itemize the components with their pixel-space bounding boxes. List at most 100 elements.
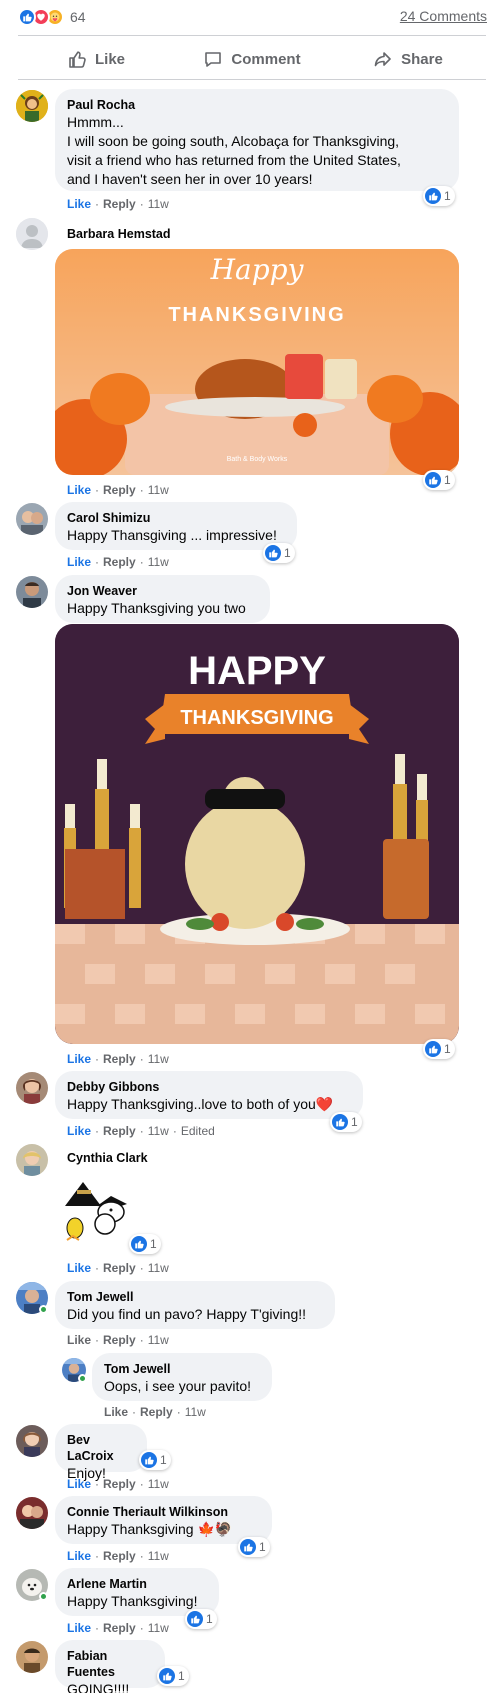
comment-timestamp[interactable]: 11w (148, 1549, 169, 1563)
like-button[interactable]: Like (18, 40, 174, 78)
comment-timestamp[interactable]: 11w (148, 1477, 169, 1491)
like-reaction-icon (265, 545, 281, 561)
comment-reaction-badge[interactable]: 1 (423, 470, 455, 490)
comment-like-link[interactable]: Like (67, 1261, 91, 1275)
comment-bubble: Debby Gibbons Happy Thanksgiving..love t… (55, 1071, 363, 1119)
comment-author[interactable]: Fabian Fuentes (67, 1648, 153, 1680)
comment-reply-link[interactable]: Reply (103, 1052, 136, 1066)
comment-text: Happy Thanksgiving..love to both of you❤… (67, 1096, 334, 1112)
comment-author[interactable]: Bev LaCroix (67, 1432, 135, 1464)
comment-reaction-badge[interactable]: 1 (423, 186, 455, 206)
avatar[interactable] (16, 576, 48, 608)
comment-author[interactable]: Cynthia Clark (67, 1150, 148, 1166)
comment-bubble: Paul Rocha Hmmm... I will soon be going … (55, 89, 459, 191)
comment-timestamp[interactable]: 11w (148, 197, 169, 211)
comment-reaction-badge[interactable]: 1 (139, 1450, 171, 1470)
avatar[interactable] (16, 90, 48, 122)
reaction-summary[interactable]: 64 (18, 6, 86, 28)
comment-reply-link[interactable]: Reply (103, 197, 136, 211)
reaction-count: 64 (70, 9, 86, 25)
comment-reply-link[interactable]: Reply (103, 483, 136, 497)
comment-reaction-badge[interactable]: 1 (157, 1666, 189, 1686)
comment-reply-link[interactable]: Reply (103, 1333, 136, 1347)
avatar[interactable] (16, 1072, 48, 1104)
comment-author[interactable]: Connie Theriault Wilkinson (67, 1504, 260, 1520)
comment-reply-link[interactable]: Reply (103, 1477, 136, 1491)
comment-bubble: Carol Shimizu Happy Thansgiving ... impr… (55, 502, 297, 550)
comment-button-label: Comment (231, 50, 301, 68)
comment-reaction-badge[interactable]: 1 (423, 1039, 455, 1059)
comment-reaction-badge[interactable]: 1 (263, 543, 295, 563)
comment-meta: Like · Reply · 11w (67, 555, 169, 569)
comment-reply-link[interactable]: Reply (103, 1549, 136, 1563)
comment-author[interactable]: Paul Rocha (67, 97, 447, 113)
comment-gif[interactable]: HAPPY THANKSGIVING (55, 624, 459, 1044)
comment-timestamp[interactable]: 11w (148, 1261, 169, 1275)
comment-button[interactable]: Comment (174, 40, 330, 78)
avatar[interactable] (16, 1144, 48, 1176)
comment-author[interactable]: Jon Weaver (67, 583, 258, 599)
comment-like-link[interactable]: Like (67, 197, 91, 211)
comment-timestamp[interactable]: 11w (185, 1405, 206, 1419)
share-button[interactable]: Share (330, 40, 486, 78)
comment-timestamp[interactable]: 11w (148, 1052, 169, 1066)
comment-like-link[interactable]: Like (67, 555, 91, 569)
sticker-image[interactable] (57, 1176, 133, 1248)
comment-timestamp[interactable]: 11w (148, 555, 169, 569)
comment-reply-link[interactable]: Reply (103, 1621, 136, 1635)
separator: · (95, 1621, 100, 1635)
avatar[interactable] (16, 218, 48, 250)
comment-like-link[interactable]: Like (67, 1124, 91, 1138)
comment-reaction-badge[interactable]: 1 (129, 1234, 161, 1254)
comment-timestamp[interactable]: 11w (148, 1621, 169, 1635)
comment-meta: Like · Reply · 11w (67, 1333, 169, 1347)
avatar[interactable] (16, 1641, 48, 1673)
image-title: THANKSGIVING (168, 304, 345, 326)
avatar[interactable] (16, 503, 48, 535)
comment-reaction-badge[interactable]: 1 (185, 1609, 217, 1629)
reaction-count: 1 (284, 546, 291, 560)
comment-like-link[interactable]: Like (104, 1405, 128, 1419)
comment-reply-link[interactable]: Reply (103, 555, 136, 569)
comment-reply-link[interactable]: Reply (103, 1124, 136, 1138)
comments-count-link[interactable]: 24 Comments (400, 8, 487, 24)
comment-like-link[interactable]: Like (67, 1549, 91, 1563)
comment-image[interactable]: Happy THANKSGIVING Bath & Body Works (55, 249, 459, 475)
comment-bubble-icon (205, 52, 222, 67)
comment-like-link[interactable]: Like (67, 483, 91, 497)
comment-reply-link[interactable]: Reply (140, 1405, 173, 1419)
comment-like-link[interactable]: Like (67, 1052, 91, 1066)
comment-timestamp[interactable]: 11w (148, 1124, 169, 1138)
comment-text-line: I will soon be going south, Alcobaça for… (67, 133, 400, 149)
separator: · (139, 1261, 144, 1275)
online-status-indicator (39, 1305, 48, 1314)
separator: · (95, 1549, 100, 1563)
comment-author[interactable]: Tom Jewell (67, 1289, 323, 1305)
comment-bubble: Connie Theriault Wilkinson Happy Thanksg… (55, 1496, 272, 1544)
comment-reaction-badge[interactable]: 1 (330, 1112, 362, 1132)
comment-author[interactable]: Debby Gibbons (67, 1079, 351, 1095)
comment-like-link[interactable]: Like (67, 1621, 91, 1635)
avatar[interactable] (16, 1497, 48, 1529)
comment-like-link[interactable]: Like (67, 1477, 91, 1491)
comment-timestamp[interactable]: 11w (148, 483, 169, 497)
comment-like-link[interactable]: Like (67, 1333, 91, 1347)
comment-text: Happy Thansgiving ... impressive! (67, 527, 277, 543)
avatar[interactable] (16, 1425, 48, 1457)
comment-timestamp[interactable]: 11w (148, 1333, 169, 1347)
comment-text: Happy Thanksgiving 🍁🦃 (67, 1521, 233, 1537)
reply-bubble: Tom Jewell Oops, i see your pavito! (92, 1353, 272, 1401)
separator: · (95, 1052, 100, 1066)
edited-label[interactable]: Edited (181, 1124, 215, 1138)
comment-author[interactable]: Tom Jewell (104, 1361, 260, 1377)
comment-reaction-badge[interactable]: 1 (238, 1537, 270, 1557)
divider (18, 79, 486, 80)
comment-text-line: Hmmm... (67, 114, 124, 130)
comment-author[interactable]: Arlene Martin (67, 1576, 207, 1592)
comment-reply-link[interactable]: Reply (103, 1261, 136, 1275)
comment-author[interactable]: Barbara Hemstad (67, 226, 171, 242)
comment-author[interactable]: Carol Shimizu (67, 510, 285, 526)
reaction-count: 1 (444, 189, 451, 203)
comment-text: GOING!!!! (67, 1681, 130, 1693)
comment-bubble: Bev LaCroix Enjoy! (55, 1424, 147, 1481)
